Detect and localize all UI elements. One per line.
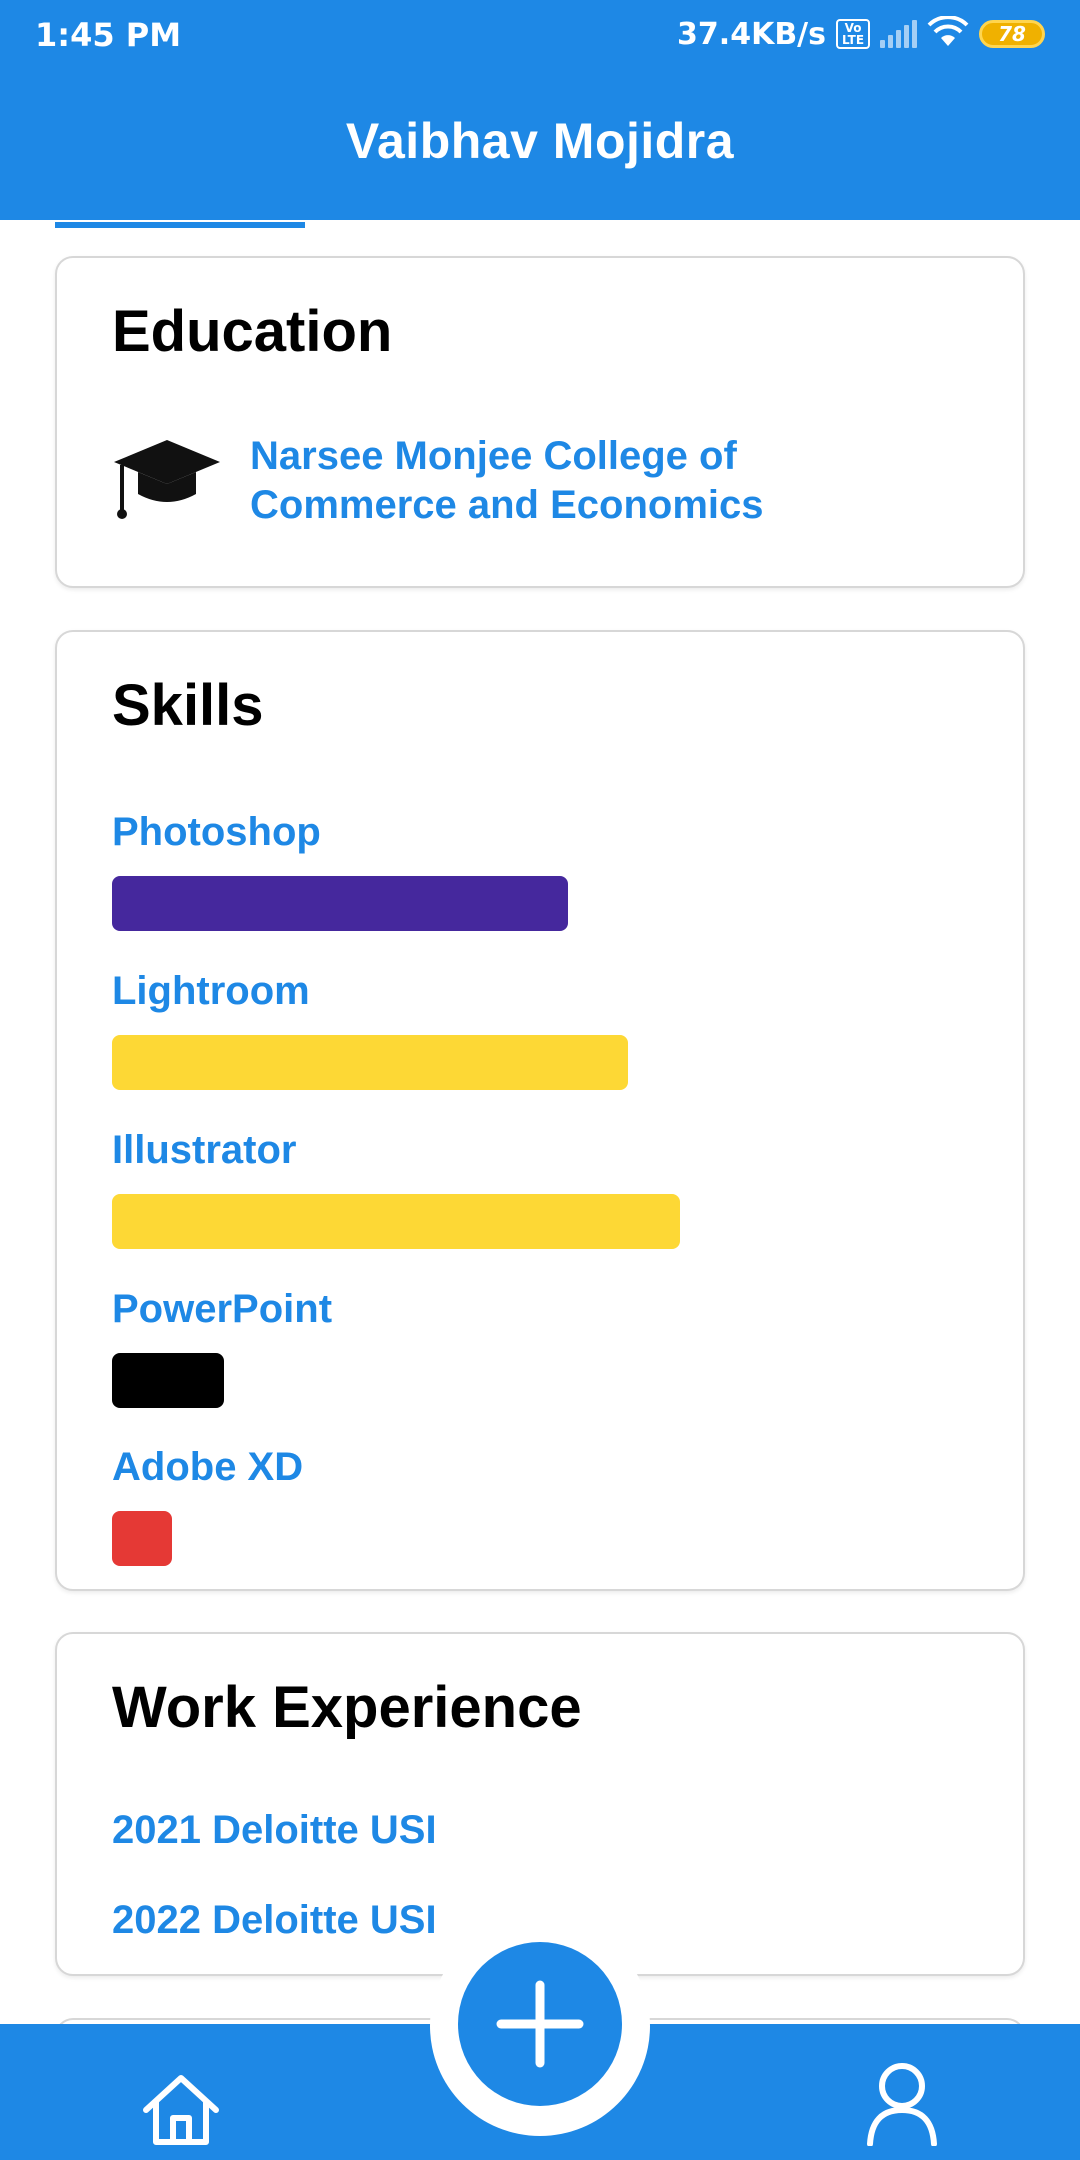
skill-item-adobe-xd: Adobe XD [112,1445,972,1566]
top-app-bar: 1:45 PM 37.4KB/s Vo LTE 78 Vaibhav Mojid… [0,0,1080,220]
work-experience-title: Work Experience [112,1675,582,1740]
skill-bar [112,1353,224,1408]
battery-level: 78 [998,22,1026,46]
plus-icon [496,1980,584,2068]
page-title: Vaibhav Mojidra [345,113,735,169]
graduation-cap-icon [112,432,222,532]
user-icon[interactable] [864,2060,940,2147]
education-title: Education [112,299,393,364]
network-speed: 37.4KB/s [677,16,826,52]
skill-item-powerpoint: PowerPoint [112,1287,972,1408]
add-button[interactable] [458,1942,622,2106]
education-card: Education Narsee Monjee College of Comme… [55,256,1025,588]
skill-label: Lightroom [112,969,310,1013]
skill-item-illustrator: Illustrator [112,1128,972,1249]
home-icon[interactable] [140,2072,222,2148]
battery-icon: 78 [979,20,1045,48]
skills-title: Skills [112,673,264,738]
skills-card: Skills Photoshop Lightroom Illustrator P… [55,630,1025,1591]
volte-bottom-text: LTE [841,33,865,47]
skill-bar [112,1035,628,1090]
wifi-icon [927,15,969,52]
skill-bar [112,1194,680,1249]
status-bar: 1:45 PM 37.4KB/s Vo LTE 78 [0,0,1080,70]
signal-icon [880,20,917,48]
skill-label: PowerPoint [112,1287,333,1331]
work-item[interactable]: 2022 Deloitte USI [112,1898,437,1943]
skill-label: Photoshop [112,810,321,854]
status-indicators: 37.4KB/s Vo LTE 78 [677,14,1045,54]
skill-label: Adobe XD [112,1445,304,1489]
tab-indicator [55,222,305,228]
skill-item-photoshop: Photoshop [112,810,972,931]
status-time: 1:45 PM [35,16,182,54]
skill-label: Illustrator [112,1128,297,1172]
screen: 1:45 PM 37.4KB/s Vo LTE 78 Vaibhav Mojid… [0,0,1080,2160]
skill-bar [112,876,568,931]
skill-item-lightroom: Lightroom [112,969,972,1090]
work-item[interactable]: 2021 Deloitte USI [112,1808,437,1853]
skill-bar [112,1511,173,1566]
institution-link[interactable]: Narsee Monjee College of Commerce and Ec… [250,432,810,530]
volte-icon: Vo LTE [836,19,870,49]
